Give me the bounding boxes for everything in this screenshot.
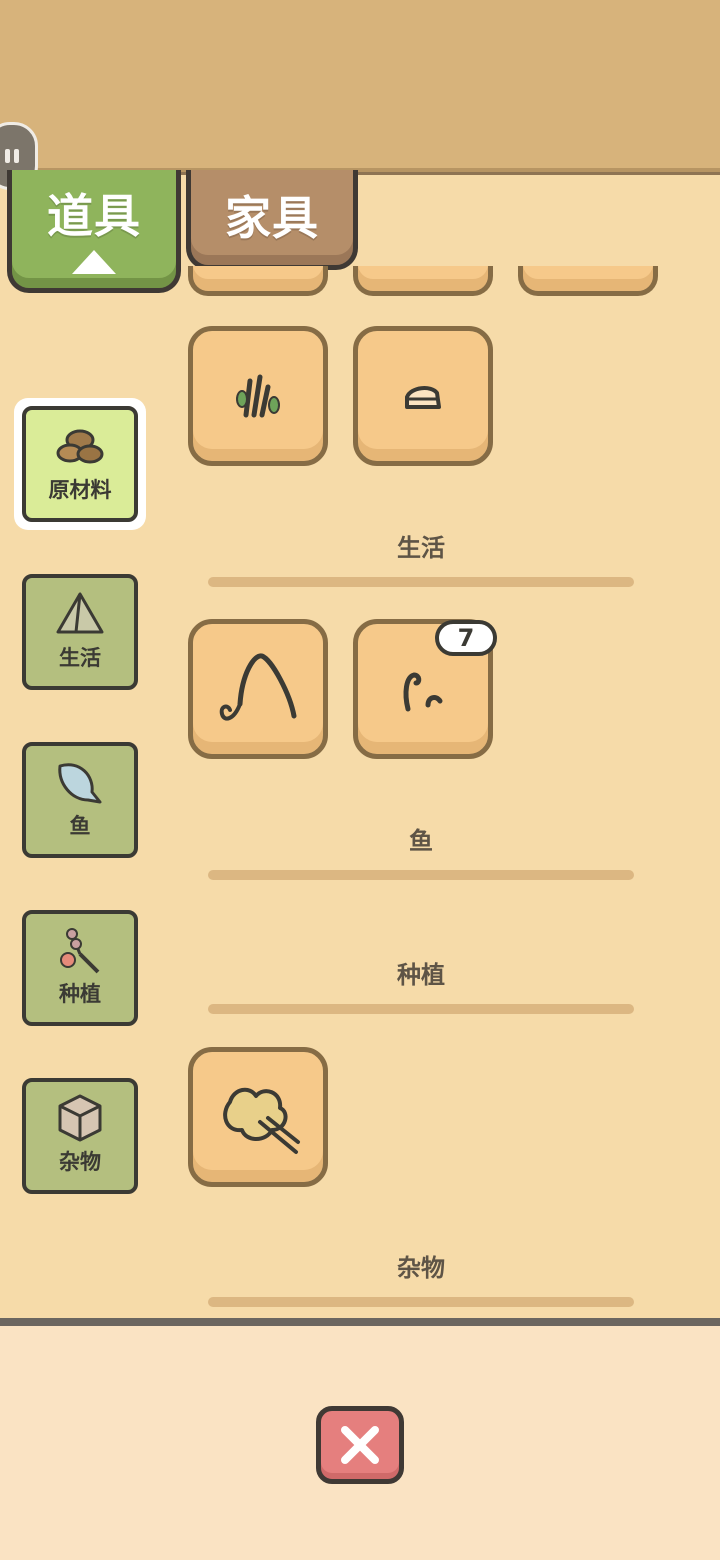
category-label: 原材料 bbox=[48, 478, 112, 502]
item-slot[interactable] bbox=[188, 326, 328, 466]
item-slot-partial[interactable] bbox=[353, 266, 493, 296]
top-bar bbox=[0, 0, 720, 168]
cake-slice-icon bbox=[405, 386, 441, 409]
plant-icon bbox=[60, 928, 100, 974]
tent-icon bbox=[56, 592, 104, 634]
item-slot[interactable] bbox=[188, 619, 328, 759]
category-raw-materials[interactable]: 原材料 bbox=[22, 406, 138, 522]
section-title: 杂物 bbox=[397, 1254, 445, 1282]
tab-active-arrow-icon bbox=[72, 250, 116, 274]
fishing-rod-icon bbox=[219, 653, 297, 721]
tab-tools[interactable]: 道具 bbox=[7, 170, 181, 293]
category-life[interactable]: 生活 bbox=[22, 574, 138, 690]
section-title: 鱼 bbox=[409, 827, 433, 855]
pause-icon-bar bbox=[14, 149, 19, 163]
box-icon bbox=[58, 1094, 102, 1142]
item-slot[interactable] bbox=[188, 1047, 328, 1187]
close-button[interactable] bbox=[316, 1406, 404, 1484]
category-label: 种植 bbox=[59, 982, 101, 1006]
section-divider bbox=[208, 870, 634, 880]
category-label: 鱼 bbox=[69, 814, 91, 838]
section-divider bbox=[208, 1004, 634, 1014]
category-label: 生活 bbox=[59, 646, 101, 670]
tab-furniture-label: 家具 bbox=[225, 191, 319, 245]
close-icon bbox=[341, 1426, 379, 1464]
section-title: 种植 bbox=[397, 961, 445, 989]
section-divider bbox=[208, 577, 634, 587]
item-slot-partial[interactable] bbox=[188, 266, 328, 296]
category-misc[interactable]: 杂物 bbox=[22, 1078, 138, 1194]
tab-furniture[interactable]: 家具 bbox=[186, 170, 358, 270]
section-divider bbox=[208, 1297, 634, 1307]
category-label: 杂物 bbox=[59, 1150, 101, 1174]
tab-tools-label: 道具 bbox=[47, 189, 141, 243]
section-title: 生活 bbox=[397, 534, 445, 562]
worm-bait-icon bbox=[403, 672, 443, 712]
fish-icon bbox=[58, 763, 102, 804]
category-fish[interactable]: 鱼 bbox=[22, 742, 138, 858]
item-count-badge: 7 bbox=[435, 620, 497, 656]
flower-bouquet-icon bbox=[223, 1087, 300, 1154]
pause-icon bbox=[5, 149, 10, 163]
category-planting[interactable]: 种植 bbox=[22, 910, 138, 1026]
item-slot-partial[interactable] bbox=[518, 266, 658, 296]
grass-sprout-icon bbox=[236, 374, 280, 418]
item-slot[interactable] bbox=[353, 326, 493, 466]
nuts-icon bbox=[56, 429, 104, 464]
